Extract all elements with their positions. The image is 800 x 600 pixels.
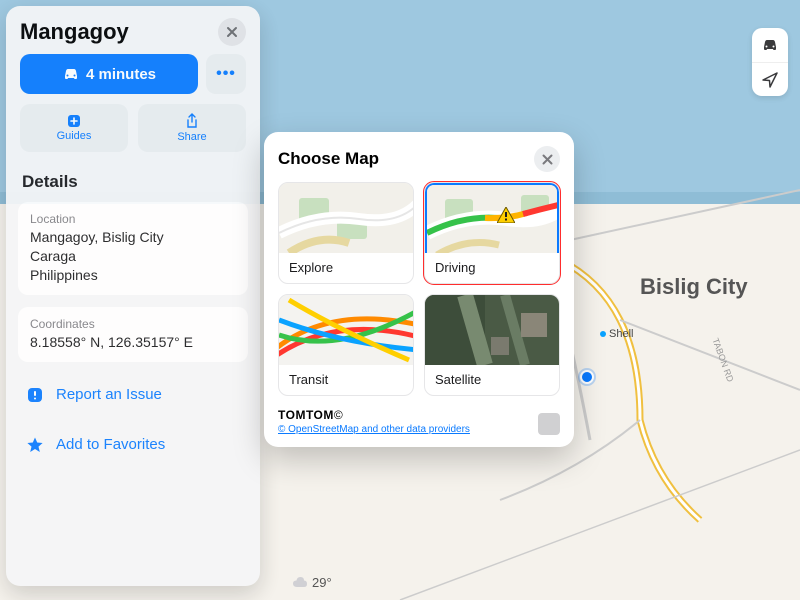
temperature-value: 29° — [312, 575, 332, 590]
driving-label: Driving — [425, 253, 559, 283]
satellite-label: Satellite — [425, 365, 559, 395]
report-issue-button[interactable]: Report an Issue — [18, 374, 248, 416]
coordinates-label: Coordinates — [30, 317, 236, 331]
weather-provider-badge — [538, 413, 560, 435]
details-heading: Details — [6, 164, 260, 196]
coordinates-row: Coordinates 8.18558° N, 126.35157° E — [18, 307, 248, 362]
share-icon — [185, 113, 199, 129]
location-value: Mangagoy, Bislig City Caraga Philippines — [30, 228, 236, 285]
place-title: Mangagoy — [20, 19, 129, 45]
guides-button[interactable]: Guides — [20, 104, 128, 152]
guides-label: Guides — [57, 130, 92, 142]
satellite-preview — [425, 295, 559, 365]
close-icon — [226, 26, 238, 38]
cloud-icon — [292, 576, 308, 590]
choose-map-modal: Choose Map Explore Driving Transit — [264, 132, 574, 447]
map-city-label: Bislig City — [640, 275, 748, 299]
map-tile-transit[interactable]: Transit — [278, 294, 414, 396]
driving-preview — [425, 183, 559, 253]
share-button[interactable]: Share — [138, 104, 246, 152]
poi-shell[interactable]: Shell — [600, 328, 633, 340]
place-card: Mangagoy 4 minutes ••• Guides Share Deta… — [6, 6, 260, 586]
tomtom-brand: TOMTOM© — [278, 408, 470, 422]
report-issue-label: Report an Issue — [56, 386, 162, 403]
share-label: Share — [177, 131, 206, 143]
coordinates-value: 8.18558° N, 126.35157° E — [30, 333, 236, 352]
map-tile-satellite[interactable]: Satellite — [424, 294, 560, 396]
transit-label: Transit — [279, 365, 413, 395]
attribution-link[interactable]: © OpenStreetMap and other data providers — [278, 424, 470, 435]
explore-preview — [279, 183, 413, 253]
map-tile-explore[interactable]: Explore — [278, 182, 414, 284]
add-favorite-label: Add to Favorites — [56, 436, 165, 453]
more-actions-button[interactable]: ••• — [206, 54, 246, 94]
warning-icon — [497, 207, 515, 223]
report-icon — [24, 384, 46, 406]
directions-label: 4 minutes — [86, 66, 156, 83]
user-location-dot — [580, 370, 594, 384]
map-tile-driving[interactable]: Driving — [424, 182, 560, 284]
directions-button[interactable]: 4 minutes — [20, 54, 198, 94]
modal-title: Choose Map — [278, 149, 379, 169]
close-modal-button[interactable] — [534, 146, 560, 172]
location-label: Location — [30, 212, 236, 226]
star-icon — [24, 434, 46, 456]
location-row: Location Mangagoy, Bislig City Caraga Ph… — [18, 202, 248, 295]
map-mode-button[interactable] — [752, 28, 788, 62]
temperature-chip[interactable]: 29° — [292, 575, 332, 590]
car-icon — [62, 67, 80, 81]
close-card-button[interactable] — [218, 18, 246, 46]
close-icon — [542, 154, 553, 165]
locate-me-button[interactable] — [752, 62, 788, 96]
plus-square-icon — [67, 114, 81, 128]
transit-preview — [279, 295, 413, 365]
add-favorite-button[interactable]: Add to Favorites — [18, 424, 248, 466]
explore-label: Explore — [279, 253, 413, 283]
map-controls — [752, 28, 788, 96]
